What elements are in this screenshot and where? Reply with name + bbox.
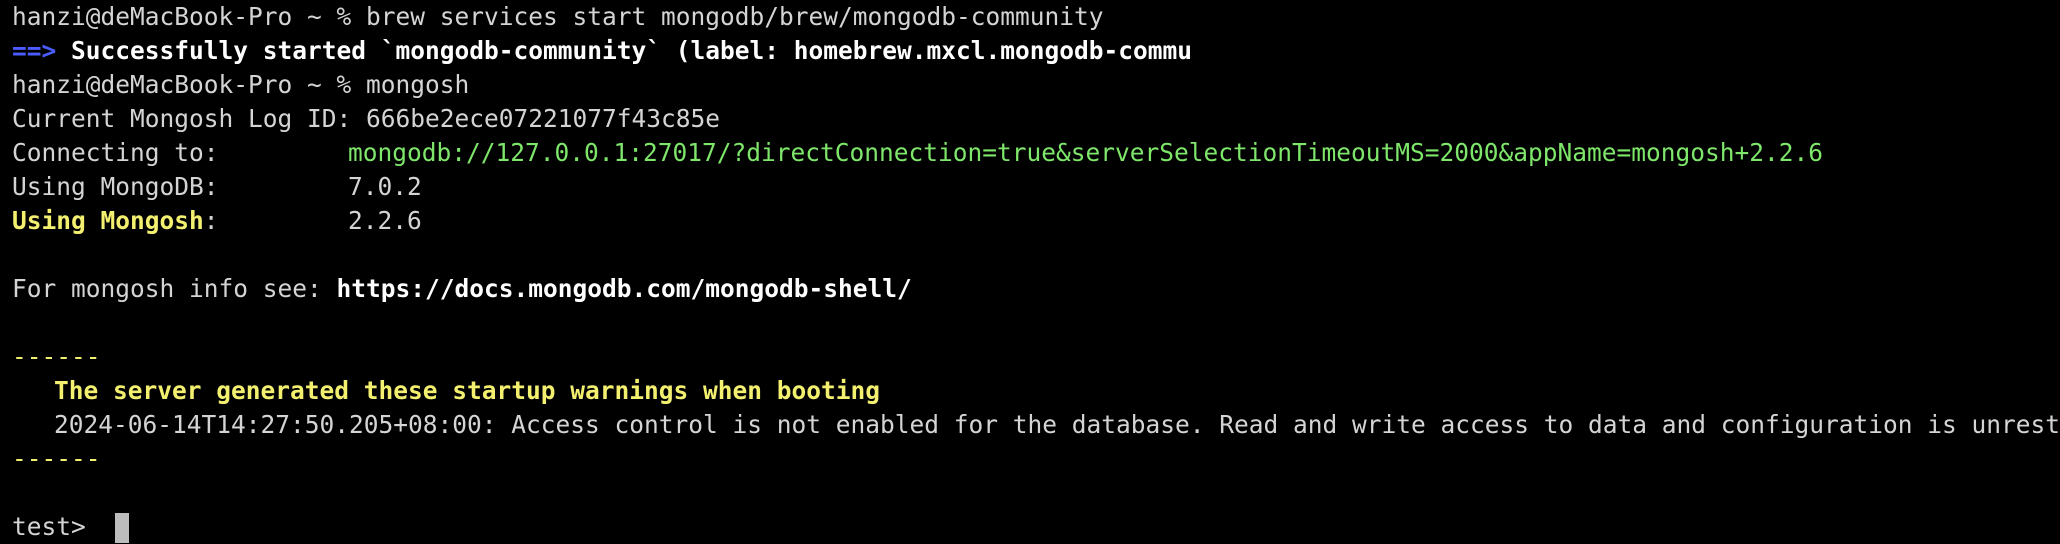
info-text: For mongosh info see: (12, 274, 337, 303)
connecting-label: Connecting to: (12, 138, 219, 167)
label-colon: : (203, 206, 219, 235)
terminal-input-line[interactable]: test> (12, 510, 2060, 544)
terminal-line-brew-command: hanzi@deMacBook-Pro ~ % brew services st… (12, 0, 2060, 34)
mongosh-version-label-cell: Using Mongosh: (12, 204, 348, 238)
mongosh-version-value: 2.2.6 (348, 206, 422, 235)
terminal-line-brew-success: ==> Successfully started `mongodb-commun… (12, 34, 2060, 68)
warning-message: 2024-06-14T14:27:50.205+08:00: Access co… (54, 410, 2060, 439)
warning-separator-top: ------ (12, 342, 101, 371)
arrow-marker: ==> (12, 36, 57, 65)
log-id-value: 666be2ece07221077f43c85e (366, 104, 721, 133)
success-message: Successfully started `mongodb-community`… (56, 36, 1193, 65)
mongosh-prompt: test> (12, 512, 101, 541)
shell-prompt: hanzi@deMacBook-Pro ~ % (12, 2, 367, 31)
mongodb-version-label: Using MongoDB: (12, 172, 219, 201)
shell-prompt: hanzi@deMacBook-Pro ~ % (12, 70, 367, 99)
warning-separator-bottom: ------ (12, 444, 101, 473)
mongodb-version-value: 7.0.2 (348, 172, 422, 201)
docs-link[interactable]: https://docs.mongodb.com/mongodb-shell/ (337, 274, 912, 303)
log-id-label: Current Mongosh Log ID: (12, 104, 352, 133)
warning-title: The server generated these startup warni… (54, 376, 881, 405)
command-text: brew services start mongodb/brew/mongodb… (366, 2, 1104, 31)
terminal-line-mongosh-version: Using Mongosh: 2.2.6 (12, 204, 2060, 238)
terminal-line-connecting: Connecting to: mongodb://127.0.0.1:27017/… (12, 136, 2060, 170)
terminal-window[interactable]: hanzi@deMacBook-Pro ~ % brew services st… (0, 0, 2060, 544)
mongosh-version-label: Using Mongosh (12, 206, 204, 235)
command-text: mongosh (366, 70, 470, 99)
terminal-line-mongosh-command: hanzi@deMacBook-Pro ~ % mongosh (12, 68, 2060, 102)
terminal-line-info: For mongosh info see: https://docs.mongo… (12, 272, 2060, 306)
text-cursor[interactable] (114, 513, 129, 543)
terminal-line-mongodb-version: Using MongoDB: 7.0.2 (12, 170, 2060, 204)
terminal-line-log-id: Current Mongosh Log ID: 666be2ece0722107… (12, 102, 2060, 136)
connection-string: mongodb://127.0.0.1:27017/?directConnect… (348, 138, 1824, 167)
